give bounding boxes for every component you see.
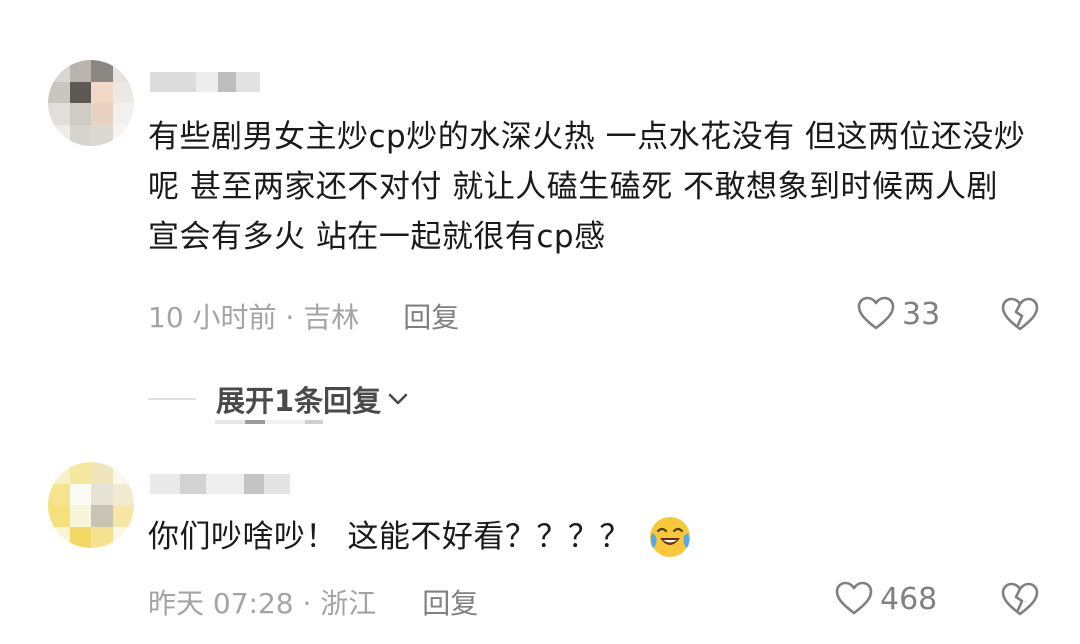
comment-text: 你们吵啥吵！ 这能不好看？？？？ bbox=[148, 519, 631, 555]
pixelated-avatar-icon bbox=[48, 462, 134, 548]
time-location: 10 小时前 · 吉林 bbox=[148, 301, 360, 334]
like-count: 33 bbox=[902, 296, 941, 332]
divider bbox=[148, 398, 196, 400]
crying-laughing-emoji bbox=[649, 517, 690, 557]
username-redacted bbox=[150, 72, 260, 92]
reply-button[interactable]: 回复 bbox=[403, 296, 459, 336]
avatar[interactable] bbox=[48, 60, 134, 146]
comment-text: 有些剧男女主炒cp炒的水深火热 一点水花没有 但这两位还没炒呢 甚至两家还不对付… bbox=[148, 119, 1026, 255]
comment-list: 有些剧男女主炒cp炒的水深火热 一点水花没有 但这两位还没炒呢 甚至两家还不对付… bbox=[0, 0, 1080, 644]
chevron-down-icon bbox=[388, 393, 408, 405]
comment-text-row: 你们吵啥吵！ 这能不好看？？？？ bbox=[148, 512, 1028, 562]
like-count: 468 bbox=[880, 581, 938, 617]
reply-button[interactable]: 回复 bbox=[422, 582, 478, 622]
redacted-strip bbox=[215, 420, 323, 424]
broken-heart-icon[interactable] bbox=[1000, 580, 1040, 620]
heart-icon bbox=[857, 296, 895, 330]
heart-icon bbox=[835, 581, 873, 615]
username-redacted bbox=[150, 474, 290, 494]
expand-replies-button[interactable]: 展开1条回复 bbox=[148, 378, 411, 420]
broken-heart-icon[interactable] bbox=[1000, 295, 1040, 335]
pixelated-avatar-icon bbox=[48, 60, 134, 146]
expand-replies-label: 展开1条回复 bbox=[216, 384, 382, 418]
comment-meta: 昨天 07:28 · 浙江 回复 bbox=[148, 582, 478, 622]
like-button[interactable]: 33 bbox=[856, 294, 940, 334]
avatar[interactable] bbox=[48, 462, 134, 548]
like-button[interactable]: 468 bbox=[834, 579, 937, 619]
time-location: 昨天 07:28 · 浙江 bbox=[148, 587, 377, 620]
comment-meta: 10 小时前 · 吉林 回复 bbox=[148, 296, 459, 336]
